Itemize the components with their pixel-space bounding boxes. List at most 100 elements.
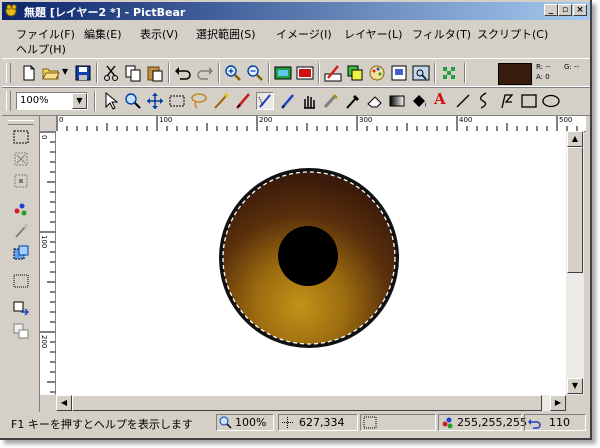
status-position-value: 627,334 — [299, 416, 345, 429]
zoom-in-icon[interactable] — [224, 64, 242, 82]
scroll-left-button[interactable]: ◀ — [56, 395, 72, 411]
selection-brush-tool[interactable] — [256, 92, 274, 110]
magic-wand-tool-icon[interactable] — [212, 92, 230, 110]
line-tool-icon[interactable] — [454, 92, 472, 110]
move-tool-icon[interactable] — [146, 92, 164, 110]
ellipse-tool-icon[interactable] — [542, 92, 560, 110]
menu-image[interactable]: イメージ(I) — [276, 26, 332, 42]
menu-view[interactable]: 表示(V) — [140, 26, 178, 42]
deselect-icon[interactable] — [12, 150, 30, 168]
copy-icon[interactable] — [124, 64, 142, 82]
eyedropper-tool-icon[interactable] — [344, 92, 362, 110]
separator — [268, 63, 270, 83]
app-window: 無題 [レイヤー2 *] - PictBear _ ▫ × ファイル(F) 編集… — [0, 0, 592, 440]
rect-select-tool-icon[interactable] — [168, 92, 186, 110]
brush-tool-icon[interactable] — [234, 92, 252, 110]
color-select-icon[interactable] — [12, 200, 30, 218]
fill-bucket-tool-icon[interactable] — [410, 92, 428, 110]
toolbar-grip[interactable] — [6, 91, 11, 111]
rectangle-tool-icon[interactable] — [520, 92, 538, 110]
minimize-button[interactable]: _ — [544, 4, 558, 16]
horizontal-ruler-ticks — [56, 116, 578, 131]
menu-edit[interactable]: 編集(E) — [84, 26, 122, 42]
status-color-panel: 255,255,255 — [438, 414, 527, 431]
search-window-icon[interactable] — [412, 64, 430, 82]
ruler-corner — [40, 116, 56, 131]
vertical-scroll-thumb[interactable] — [567, 147, 583, 273]
restore-button[interactable]: ▫ — [558, 4, 572, 16]
selection-brush-icon — [258, 94, 271, 108]
status-help-panel: F1 キーを押すとヘルプを表示します — [4, 414, 214, 431]
separator — [318, 63, 320, 83]
color-fill-icon[interactable] — [296, 64, 314, 82]
expand-selection-icon[interactable] — [12, 244, 30, 262]
close-button[interactable]: × — [573, 4, 587, 16]
toolbar-grip[interactable] — [8, 120, 34, 125]
text-tool-icon[interactable]: A — [434, 90, 452, 108]
layers-icon[interactable] — [346, 64, 364, 82]
pencil-tool-icon[interactable] — [278, 92, 296, 110]
selection-frame-icon[interactable] — [12, 272, 30, 290]
selection-wand-icon[interactable] — [12, 222, 30, 240]
menu-help[interactable]: ヘルプ(H) — [16, 41, 66, 57]
app-icon — [5, 4, 17, 17]
image-canvas[interactable] — [56, 131, 566, 395]
arrow-left-icon: ◀ — [60, 398, 68, 407]
scroll-up-button[interactable]: ▲ — [567, 131, 583, 147]
select-all-icon[interactable] — [12, 128, 30, 146]
zoom-tool-icon[interactable] — [124, 92, 142, 110]
horizontal-scrollbar[interactable]: ◀ ▶ — [56, 395, 566, 411]
horizontal-scroll-thumb[interactable] — [72, 395, 542, 411]
palette-icon[interactable] — [368, 64, 386, 82]
status-size-panel — [360, 414, 436, 431]
ruler-label-0: 0 — [59, 116, 64, 124]
paste-icon[interactable] — [146, 64, 164, 82]
curve-tool-icon[interactable] — [476, 92, 494, 110]
grid-tool-icon[interactable] — [440, 64, 458, 82]
arrow-down-icon: ▼ — [571, 381, 579, 390]
brush-settings-icon[interactable] — [324, 64, 342, 82]
foreground-color-swatch[interactable] — [498, 63, 532, 85]
selection-size-icon — [363, 416, 377, 429]
smudge-tool-icon[interactable] — [322, 92, 340, 110]
window-title: 無題 [レイヤー2 *] - PictBear — [24, 6, 186, 19]
scroll-down-button[interactable]: ▼ — [567, 378, 583, 394]
chevron-down-icon[interactable]: ▼ — [72, 93, 87, 109]
ruler-label-300: 300 — [359, 116, 373, 124]
horizontal-ruler: 0 100 200 300 400 500 — [56, 116, 586, 132]
paste-to-layer-icon[interactable] — [12, 322, 30, 340]
vertical-scrollbar[interactable]: ▲ ▼ — [566, 131, 584, 395]
zoom-select[interactable]: 100% ▼ — [16, 92, 88, 110]
separator — [96, 63, 98, 83]
status-bar: F1 キーを押すとヘルプを表示します 100% 627,334 255,255,… — [2, 412, 590, 434]
new-file-icon[interactable] — [20, 64, 38, 82]
eraser-tool-icon[interactable] — [366, 92, 384, 110]
menu-file[interactable]: ファイル(F) — [16, 26, 75, 42]
toolbar-grip[interactable] — [6, 63, 11, 83]
menu-script[interactable]: スクリプト(C) — [477, 26, 548, 42]
lasso-tool-icon[interactable] — [190, 92, 208, 110]
gradient-tool-icon[interactable] — [388, 92, 406, 110]
status-zoom-panel: 100% — [216, 414, 274, 431]
chevron-down-icon[interactable]: ▼ — [62, 67, 68, 76]
close-icon: × — [576, 5, 584, 15]
vertical-ruler: 0 100 200 — [40, 131, 56, 395]
invert-selection-icon[interactable] — [12, 172, 30, 190]
pointer-tool-icon[interactable] — [102, 92, 120, 110]
menu-layer[interactable]: レイヤー(L) — [344, 26, 402, 42]
save-icon[interactable] — [74, 64, 92, 82]
open-folder-icon[interactable] — [42, 64, 60, 82]
menu-filter[interactable]: フィルタ(T) — [412, 26, 471, 42]
polygon-tool-icon[interactable] — [498, 92, 516, 110]
redo-icon[interactable] — [196, 64, 214, 82]
hand-tool-icon[interactable] — [300, 92, 318, 110]
navigator-icon[interactable] — [390, 64, 408, 82]
menu-selection[interactable]: 選択範囲(S) — [196, 26, 256, 42]
zoom-out-icon[interactable] — [246, 64, 264, 82]
copy-to-layer-icon[interactable] — [12, 300, 30, 318]
undo-icon[interactable] — [174, 64, 192, 82]
ruler-label-500: 500 — [559, 116, 573, 124]
cut-icon[interactable] — [102, 64, 120, 82]
scroll-right-button[interactable]: ▶ — [550, 395, 566, 411]
image-view-icon[interactable] — [274, 64, 292, 82]
